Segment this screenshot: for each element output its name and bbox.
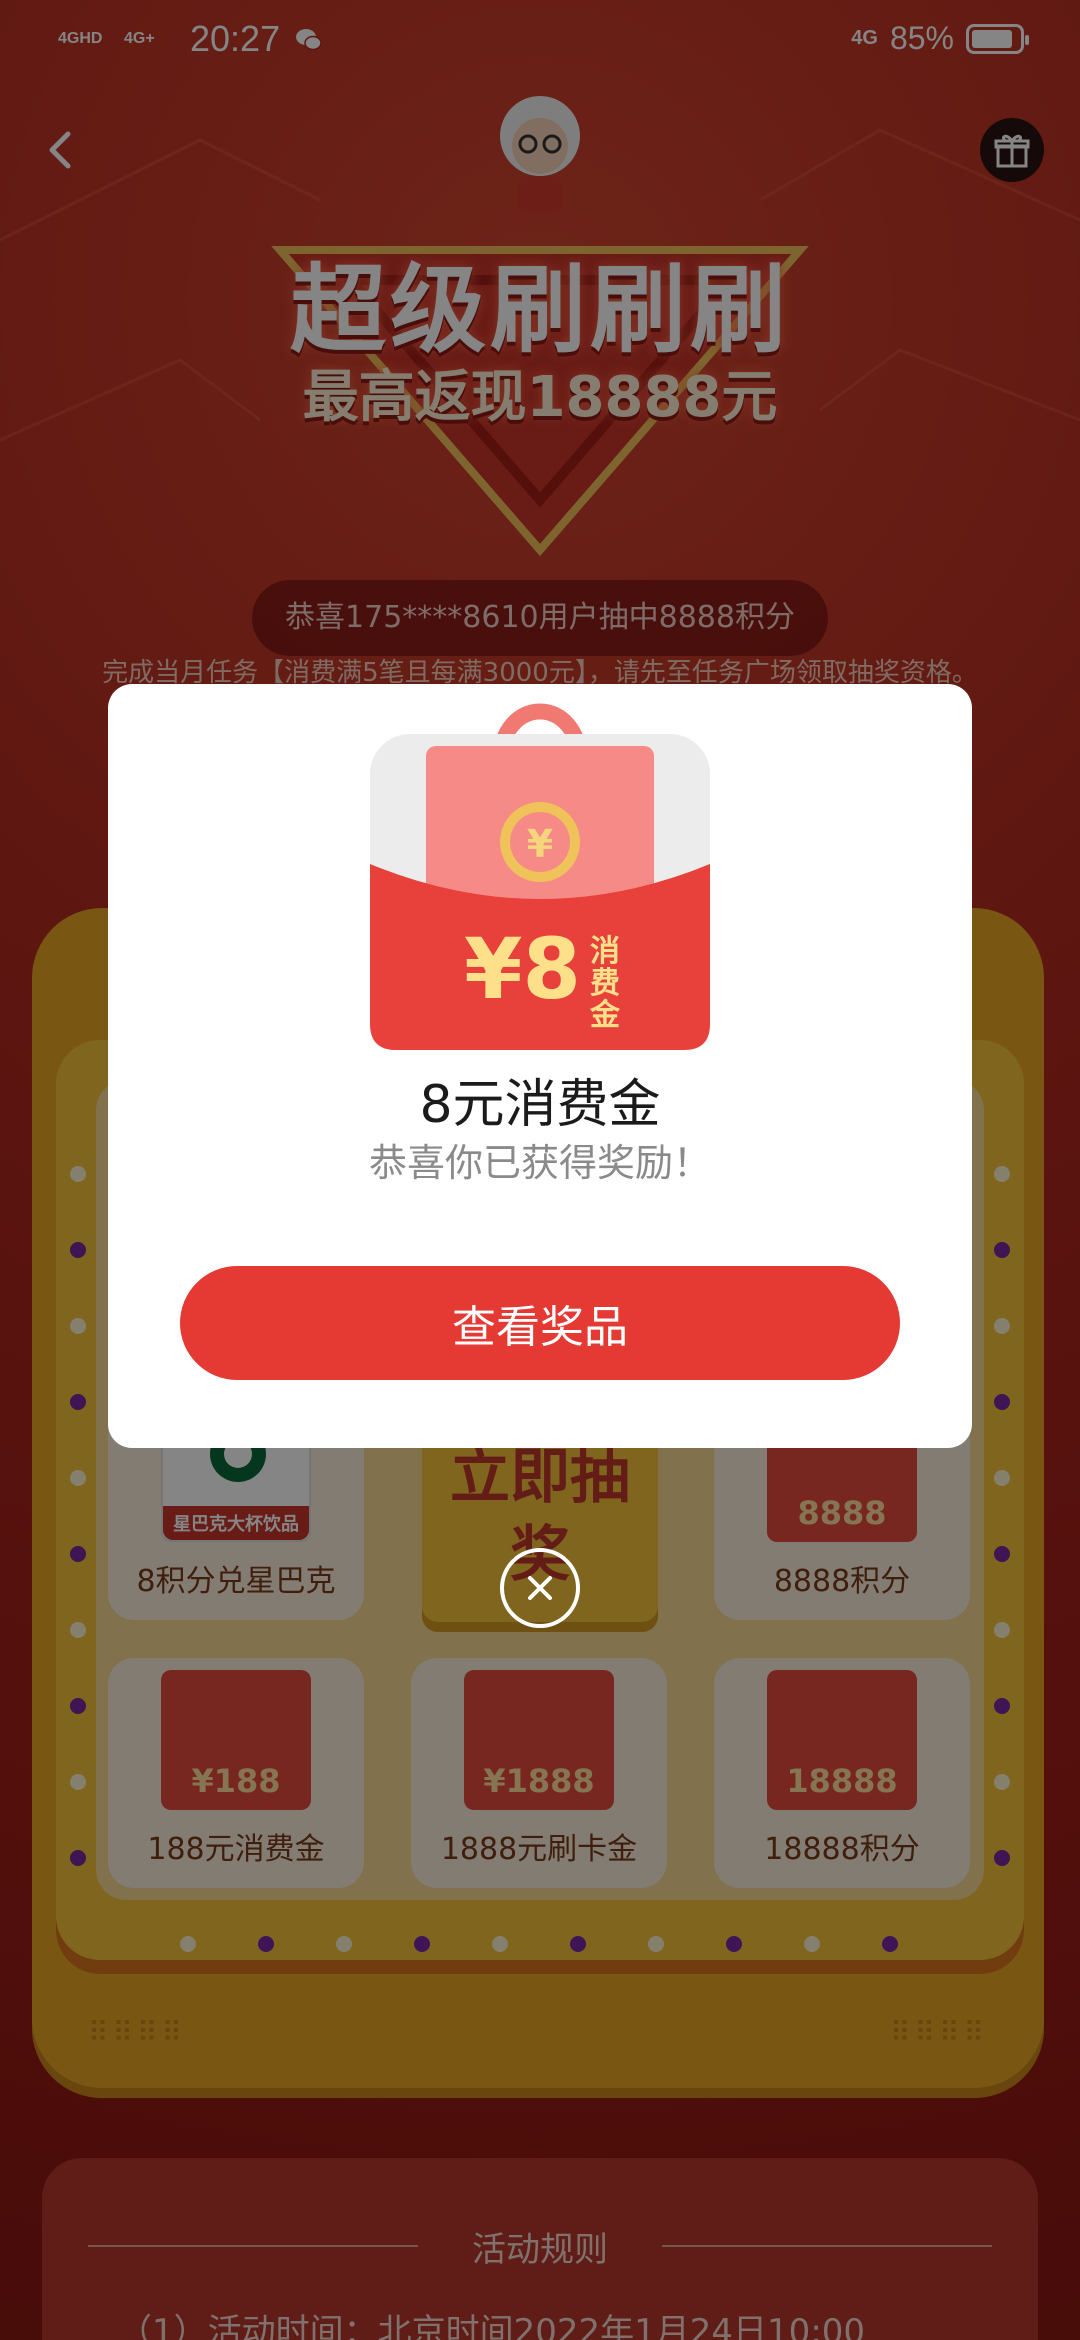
- reward-title: 8元消费金: [419, 1075, 661, 1135]
- reward-bag-amount: ¥8: [464, 920, 581, 1018]
- reward-bag-tag: 消费金: [590, 934, 620, 1033]
- svg-text:¥: ¥: [527, 822, 553, 866]
- reward-subtitle: 恭喜你已获得奖励！: [368, 1141, 711, 1185]
- close-icon: [528, 1576, 552, 1600]
- view-prize-button[interactable]: 查看奖品: [180, 1266, 900, 1380]
- close-dialog-button[interactable]: [500, 1548, 580, 1628]
